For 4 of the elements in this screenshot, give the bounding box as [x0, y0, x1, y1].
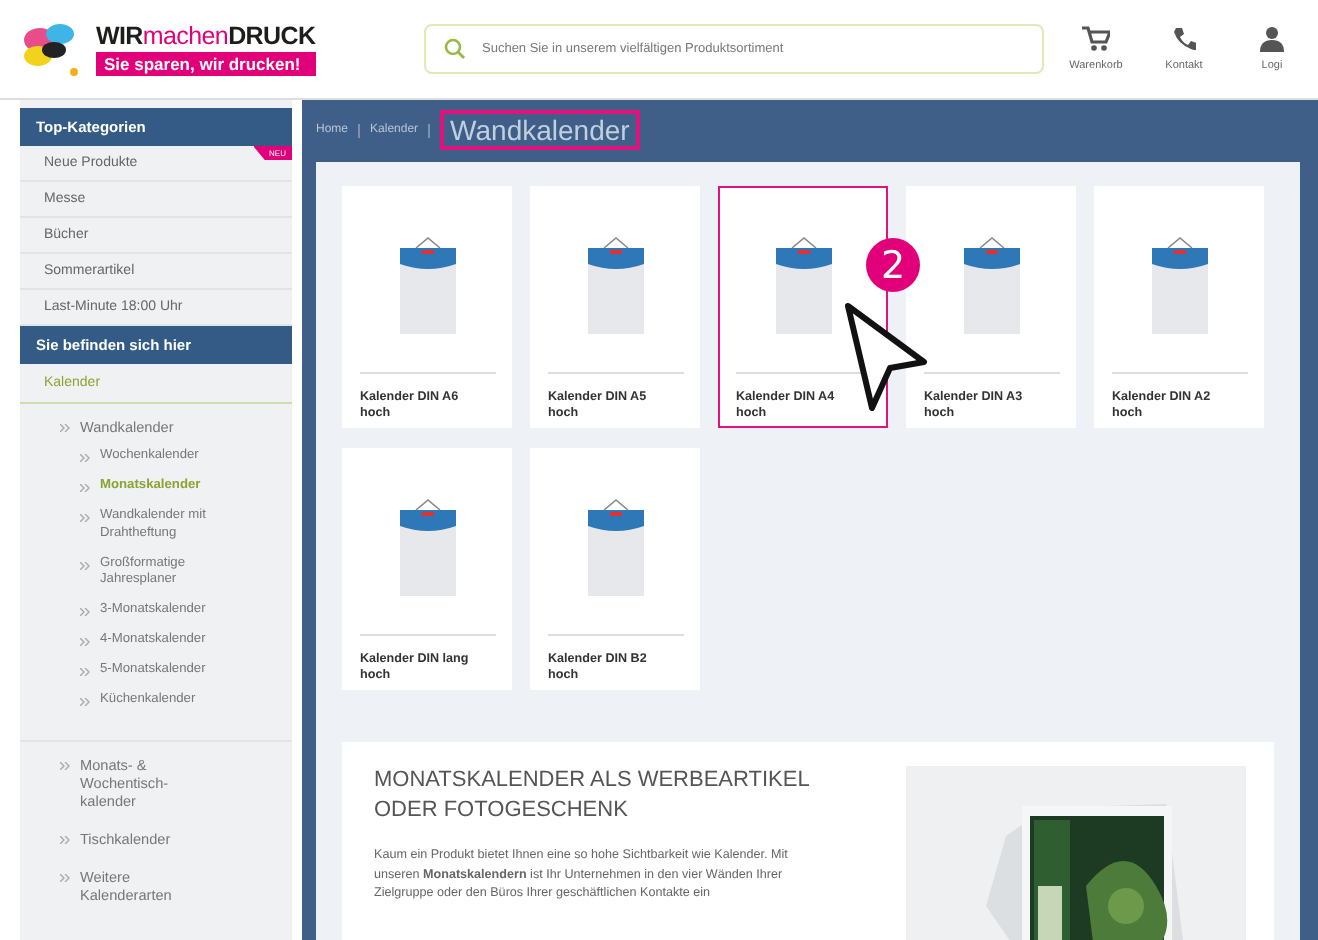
- logo-tagline: Sie sparen, wir drucken!: [96, 52, 316, 76]
- page-title: Wandkalender: [440, 110, 640, 150]
- logo-wordmark: WIRmachenDRUCK: [96, 22, 316, 50]
- article-heading: MONATSKALENDER ALS WERBEARTIKEL ODER FOTOGESCHENK: [374, 766, 811, 827]
